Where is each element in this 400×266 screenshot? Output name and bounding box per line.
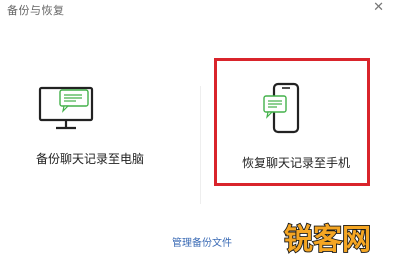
- restore-to-phone-label: 恢复聊天记录至手机: [242, 156, 351, 170]
- backup-restore-window: 备份与恢复 ✕ 备份聊天记录至电脑 恢复聊天记录至手机 管理备份文件 锐客网: [0, 0, 400, 266]
- watermark-logo: 锐客网: [283, 221, 372, 256]
- monitor-chat-icon: [38, 84, 102, 134]
- restore-to-phone-option[interactable]: 恢复聊天记录至手机: [214, 58, 370, 186]
- watermark-text: 锐客网: [284, 222, 371, 256]
- backup-to-pc-option[interactable]: 备份聊天记录至电脑: [18, 84, 188, 179]
- backup-to-pc-label: 备份聊天记录至电脑: [36, 152, 145, 166]
- phone-chat-icon: [262, 82, 302, 138]
- divider: [200, 86, 201, 204]
- manage-backup-files-link[interactable]: 管理备份文件: [172, 234, 232, 249]
- window-title: 备份与恢复: [7, 4, 65, 17]
- close-icon[interactable]: ✕: [373, 1, 384, 15]
